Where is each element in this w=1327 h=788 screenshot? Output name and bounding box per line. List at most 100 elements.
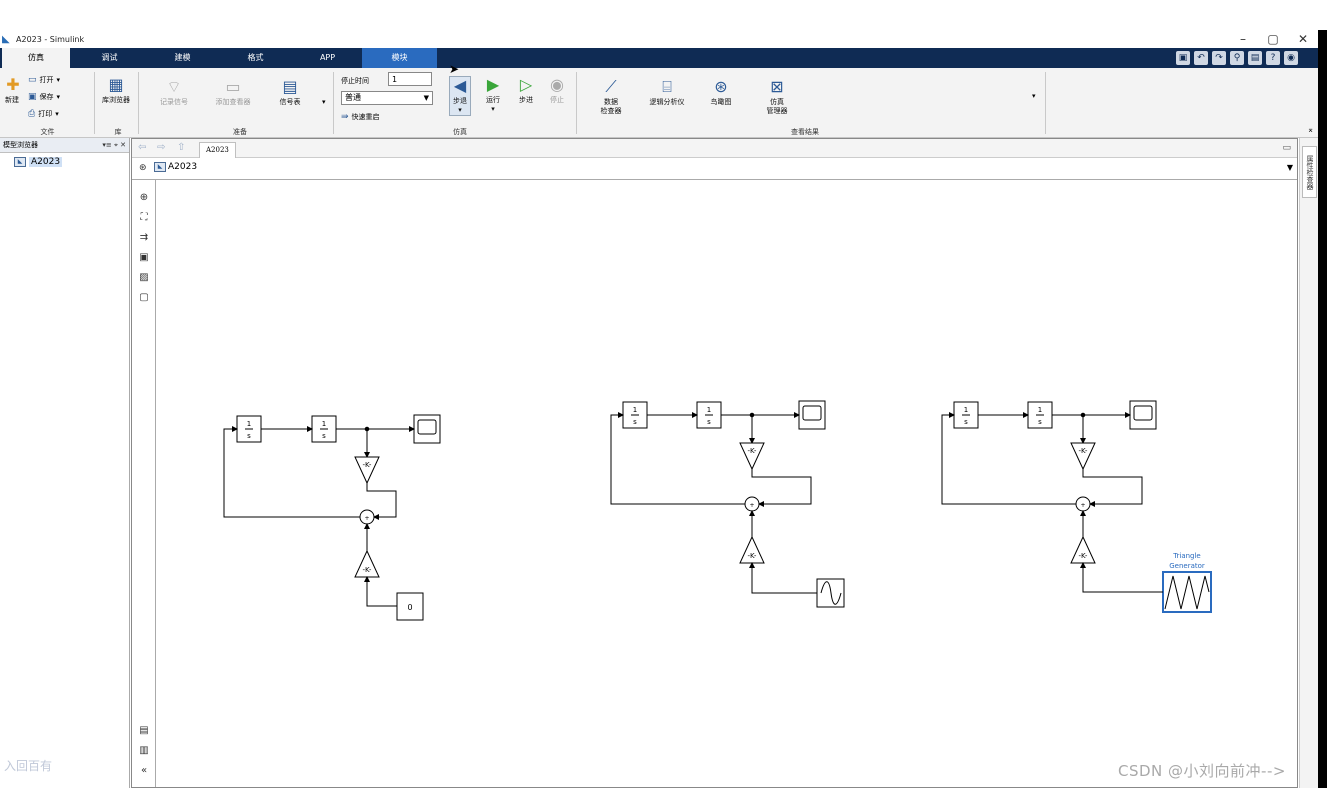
watermark: CSDN @小刘向前冲--> [1118, 762, 1286, 780]
folder-icon: ▭ [28, 75, 37, 85]
top-blank [0, 0, 1327, 30]
library-browser-button[interactable]: ▦ 库浏览器 [97, 76, 135, 105]
simulation-mode-select[interactable]: 普通 ▼ [341, 91, 433, 105]
tab-model[interactable]: A2023 [199, 142, 236, 158]
screenshot-icon[interactable]: ▤ [138, 725, 150, 737]
chevron-down-icon[interactable]: ▼ [1287, 163, 1293, 172]
property-inspector-tab[interactable]: 属性检查器 [1302, 146, 1317, 198]
annotation-icon[interactable]: ▣ [138, 252, 150, 264]
navigation-bar: ⇦ ⇨ ⇧ A2023 ▭ [132, 139, 1297, 158]
hide-browser-icon[interactable]: ⊛ [139, 163, 147, 173]
mouse-cursor-icon: ➤ [449, 62, 460, 76]
options-icon[interactable]: ◉ [1284, 51, 1298, 65]
fast-restart-button[interactable]: ⇛ 快速重启 [341, 111, 380, 123]
arrow-direction-icon[interactable]: ⇉ [138, 232, 150, 244]
run-icon: ▶ [486, 75, 500, 94]
tree-item-root[interactable]: ◣ A2023 [14, 157, 129, 167]
tab-simulation[interactable]: 仿真 [2, 48, 70, 68]
title-bar: ◣ A2023 - Simulink – ▢ ✕ [0, 30, 1318, 48]
model-browser-panel: 模型浏览器 ▾≡ ⌖ ✕ ◣ A2023 入回百有 [0, 138, 130, 788]
save-icon[interactable]: ▣ [1176, 51, 1190, 65]
collapse-icon[interactable]: « [138, 765, 150, 777]
sidebar-faded-text: 入回百有 [4, 759, 53, 773]
chevron-down-icon: ▼ [423, 94, 429, 102]
open-button[interactable]: ▭ 打开 ▾ [28, 74, 60, 86]
fit-view-icon[interactable]: ⛶ [138, 212, 150, 224]
viewer-icon: ▭ [225, 77, 241, 96]
birds-eye-button[interactable]: ⊛ 鸟瞰图 [703, 78, 739, 107]
model-browser-header: 模型浏览器 ▾≡ ⌖ ✕ [0, 138, 129, 153]
logic-analyzer-button[interactable]: ⌸ 逻辑分析仪 [644, 78, 690, 107]
tab-debug[interactable]: 调试 [72, 48, 147, 68]
fast-restart-icon: ⇛ [341, 112, 349, 122]
simulate-group-label: 仿真 [453, 128, 467, 136]
property-inspector-strip: 属性检查器 [1299, 138, 1318, 788]
new-button[interactable]: ✚ 新建 [3, 76, 21, 105]
canvas-toolbar: ⊕ ⛶ ⇉ ▣ ▨ ▢ ▤ ▥ « [132, 180, 156, 787]
tab-block[interactable]: 模块 [362, 48, 437, 68]
divider [576, 72, 577, 134]
panel-controls[interactable]: ▾≡ ⌖ ✕ [102, 138, 126, 153]
signal-table-button[interactable]: ▤ 信号表 [270, 78, 310, 107]
sim-manager-button[interactable]: ⊠ 仿真 管理器 [758, 78, 796, 116]
step-forward-icon: ▷ [519, 75, 533, 94]
screen-edge [1318, 30, 1327, 788]
model-info-icon[interactable]: ▥ [138, 745, 150, 757]
window-title: A2023 - Simulink [16, 34, 85, 44]
table-icon: ▤ [282, 77, 298, 96]
back-icon[interactable]: ⇦ [138, 142, 146, 153]
save-button[interactable]: ▣ 保存 ▾ [28, 91, 60, 103]
quick-access-toolbar: ▣ ↶ ↷ ⚲ ▤ ? ◉ [1176, 51, 1298, 65]
print-button[interactable]: ⎙ 打印 ▾ [28, 108, 59, 120]
keyboard-icon[interactable]: ▭ [1282, 143, 1291, 153]
signal-log-icon: ⌔ [166, 77, 182, 96]
address-bar: ⊛ ◣ A2023 ▼ [132, 158, 1297, 180]
layout-icon[interactable]: ▤ [1248, 51, 1262, 65]
logic-analyzer-icon: ⌸ [662, 77, 672, 96]
redo-icon[interactable]: ↷ [1212, 51, 1226, 65]
divider [138, 72, 139, 134]
prepare-group-label: 准备 [233, 128, 247, 136]
tab-modeling[interactable]: 建模 [145, 48, 220, 68]
log-signals-button[interactable]: ⌔ 记录信号 [152, 78, 196, 107]
search-icon[interactable]: ⚲ [1230, 51, 1244, 65]
ribbon: ✚ 新建 ▭ 打开 ▾ ▣ 保存 ▾ ⎙ 打印 ▾ 文件 ▦ 库浏览器 库 ⌔ 记录信号 ▭… [0, 68, 1318, 138]
save-icon: ▣ [28, 92, 37, 102]
undo-icon[interactable]: ↶ [1194, 51, 1208, 65]
prepare-gallery-expand[interactable]: ▾ [322, 98, 326, 106]
forward-icon[interactable]: ⇨ [157, 142, 165, 153]
printer-icon: ⎙ [28, 109, 36, 119]
stop-time-input[interactable] [388, 72, 432, 86]
simulink-window: ◣ A2023 - Simulink – ▢ ✕ 仿真 调试 建模 格式 APP… [0, 0, 1327, 788]
divider [1045, 72, 1046, 134]
tab-app[interactable]: APP [290, 48, 365, 68]
collapse-ribbon-icon[interactable]: ⌅ [1307, 125, 1314, 134]
zoom-icon[interactable]: ⊕ [138, 192, 150, 204]
data-inspector-button[interactable]: ⟋ 数据 检查器 [594, 78, 628, 116]
image-icon[interactable]: ▨ [138, 272, 150, 284]
maximize-button[interactable]: ▢ [1258, 30, 1288, 48]
review-group-label: 查看结果 [791, 128, 819, 136]
library-icon: ▦ [108, 75, 124, 94]
area-icon[interactable]: ▢ [138, 292, 150, 304]
review-gallery-expand[interactable]: ▾ [1032, 92, 1036, 100]
breadcrumb[interactable]: ◣ A2023 [154, 162, 197, 172]
tab-format[interactable]: 格式 [218, 48, 293, 68]
minimize-button[interactable]: – [1228, 30, 1258, 48]
step-forward-button[interactable]: ▷ 步进 [514, 76, 538, 105]
ribbon-tab-bar: 仿真 调试 建模 格式 APP 模块 ▣ ↶ ↷ ⚲ ▤ ? ◉ [0, 48, 1318, 68]
library-group-label: 库 [114, 128, 122, 136]
birds-eye-icon: ⊛ [714, 77, 728, 96]
model-icon: ◣ [154, 162, 166, 172]
stop-button[interactable]: ◉ 停止 [545, 76, 569, 105]
add-viewer-button[interactable]: ▭ 添加查看器 [208, 78, 258, 107]
up-icon[interactable]: ⇧ [177, 142, 185, 153]
step-back-button[interactable]: ◀ 步退 ▾ [449, 76, 471, 116]
run-button[interactable]: ▶ 运行 ▾ [481, 76, 505, 114]
help-icon[interactable]: ? [1266, 51, 1280, 65]
new-model-icon: ✚ [6, 75, 20, 94]
close-button[interactable]: ✕ [1288, 30, 1318, 48]
sim-manager-icon: ⊠ [770, 77, 784, 96]
stop-icon: ◉ [550, 75, 564, 94]
model-icon: ◣ [14, 157, 26, 167]
